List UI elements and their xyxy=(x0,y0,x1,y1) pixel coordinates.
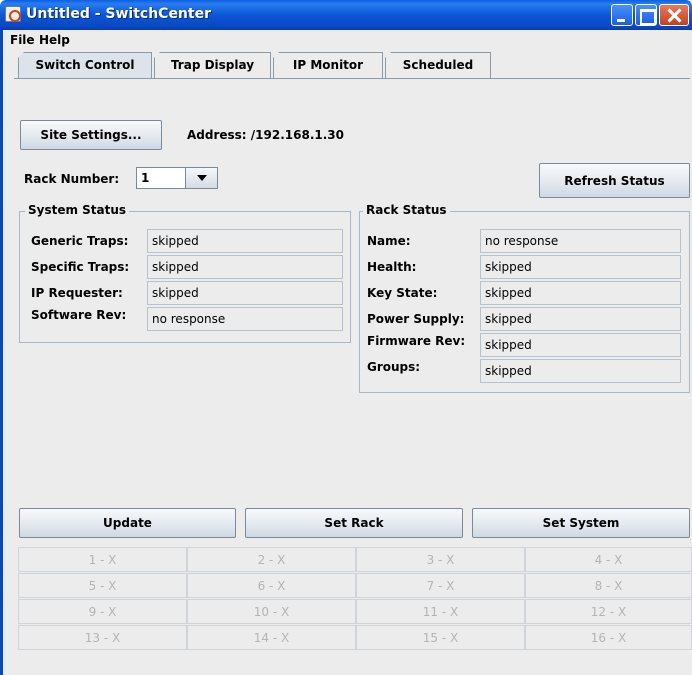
address-label: Address: /192.168.1.30 xyxy=(187,128,344,142)
maximize-icon[interactable] xyxy=(635,4,657,26)
key-state-label: Key State: xyxy=(367,286,438,300)
ip-requester-value: skipped xyxy=(147,281,343,305)
system-status-title: System Status xyxy=(25,203,130,217)
java-app-icon xyxy=(5,6,21,22)
tab-strip: Switch Control Trap Display IP Monitor S… xyxy=(14,52,690,79)
power-supply-value: skipped xyxy=(480,307,681,331)
minimize-icon[interactable] xyxy=(611,4,633,26)
port-button[interactable]: 1 - X xyxy=(18,547,187,572)
specific-traps-label: Specific Traps: xyxy=(31,260,130,274)
rack-number-value: 1 xyxy=(141,171,150,185)
set-system-button[interactable]: Set System xyxy=(472,508,690,538)
port-button[interactable]: 9 - X xyxy=(18,599,187,624)
port-button[interactable]: 11 - X xyxy=(356,599,525,624)
tab-trap-display[interactable]: Trap Display xyxy=(154,52,271,79)
firmware-rev-label: Firmware Rev: xyxy=(367,334,466,348)
groups-label: Groups: xyxy=(367,360,421,374)
set-rack-button[interactable]: Set Rack xyxy=(245,508,463,538)
port-button[interactable]: 10 - X xyxy=(187,599,356,624)
key-state-value: skipped xyxy=(480,281,681,305)
window-title: Untitled - SwitchCenter xyxy=(26,6,211,22)
close-icon[interactable] xyxy=(659,4,689,26)
port-button[interactable]: 6 - X xyxy=(187,573,356,598)
port-button[interactable]: 8 - X xyxy=(525,573,692,598)
generic-traps-value: skipped xyxy=(147,229,343,253)
port-grid: 1 - X 2 - X 3 - X 4 - X 5 - X 6 - X 7 - … xyxy=(18,547,692,675)
refresh-status-button[interactable]: Refresh Status xyxy=(539,163,690,198)
firmware-rev-value: skipped xyxy=(480,333,681,357)
port-button[interactable]: 3 - X xyxy=(356,547,525,572)
tab-switch-control[interactable]: Switch Control xyxy=(18,52,152,79)
health-label: Health: xyxy=(367,260,417,274)
menu-file[interactable]: File xyxy=(10,33,35,47)
update-button[interactable]: Update xyxy=(19,508,236,538)
port-button[interactable]: 5 - X xyxy=(18,573,187,598)
rack-status-title: Rack Status xyxy=(363,203,450,217)
name-label: Name: xyxy=(367,234,411,248)
port-button[interactable]: 14 - X xyxy=(187,625,356,650)
groups-value: skipped xyxy=(480,359,681,383)
health-value: skipped xyxy=(480,255,681,279)
port-button[interactable]: 16 - X xyxy=(525,625,692,650)
port-button[interactable]: 15 - X xyxy=(356,625,525,650)
tab-scheduled[interactable]: Scheduled xyxy=(385,52,491,79)
rack-number-select[interactable]: 1 xyxy=(136,167,218,189)
software-rev-label: Software Rev: xyxy=(31,308,127,322)
app-window: Untitled - SwitchCenter File Help Switch… xyxy=(0,0,692,675)
port-button[interactable]: 13 - X xyxy=(18,625,187,650)
software-rev-value: no response xyxy=(147,307,343,331)
specific-traps-value: skipped xyxy=(147,255,343,279)
title-bar[interactable]: Untitled - SwitchCenter xyxy=(0,0,692,30)
menu-bar: File Help xyxy=(3,30,692,52)
port-button[interactable]: 12 - X xyxy=(525,599,692,624)
name-value: no response xyxy=(480,229,681,253)
ip-requester-label: IP Requester: xyxy=(31,286,123,300)
menu-help[interactable]: Help xyxy=(39,33,70,47)
chevron-down-icon[interactable] xyxy=(185,168,217,188)
site-settings-button[interactable]: Site Settings... xyxy=(20,120,162,150)
power-supply-label: Power Supply: xyxy=(367,312,465,326)
port-button[interactable]: 4 - X xyxy=(525,547,692,572)
tab-ip-monitor[interactable]: IP Monitor xyxy=(273,52,383,79)
rack-number-label: Rack Number: xyxy=(24,172,120,186)
port-button[interactable]: 7 - X xyxy=(356,573,525,598)
port-button[interactable]: 2 - X xyxy=(187,547,356,572)
generic-traps-label: Generic Traps: xyxy=(31,234,129,248)
